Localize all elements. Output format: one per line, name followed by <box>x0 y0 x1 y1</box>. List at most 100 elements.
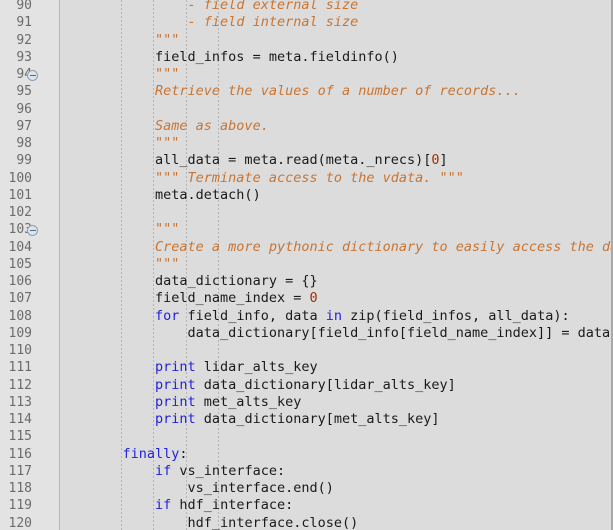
gutter-row[interactable]: 119 <box>0 497 60 514</box>
code-token-plain: field_name_index = <box>155 290 310 307</box>
gutter-row[interactable]: 100 <box>0 170 60 187</box>
code-token-cmt: - field external size <box>187 0 359 13</box>
code-token-cmt: """ Terminate access to the vdata. """ <box>155 169 464 186</box>
gutter-row[interactable]: 96 <box>0 101 60 118</box>
code-token-cmt: Retrieve the values of a number of recor… <box>155 83 521 100</box>
gutter-row[interactable]: 111 <box>0 359 60 376</box>
gutter-row[interactable]: 98 <box>0 135 60 152</box>
gutter-row[interactable]: 113 <box>0 394 60 411</box>
code-line[interactable]: hdf_interface.close() <box>188 515 359 530</box>
gutter-row[interactable]: 106 <box>0 273 60 290</box>
gutter-row[interactable]: 117 <box>0 463 60 480</box>
code-line[interactable]: """ <box>155 221 179 238</box>
code-line[interactable]: print data_dictionary[met_alts_key] <box>155 411 439 428</box>
gutter-row[interactable]: 91 <box>0 14 60 31</box>
code-token-plain: zip(field_infos, all_data): <box>342 307 570 324</box>
code-token-plain: : <box>179 445 188 462</box>
code-line[interactable]: """ <box>155 66 179 83</box>
code-token-kw: print <box>155 359 196 376</box>
code-line[interactable]: print met_alts_key <box>155 394 301 411</box>
code-token-kw: if <box>155 497 172 514</box>
line-number: 93 <box>16 49 32 65</box>
gutter-row[interactable]: 114 <box>0 411 60 428</box>
gutter-row[interactable]: 109 <box>0 325 60 342</box>
code-line[interactable]: print data_dictionary[lidar_alts_key] <box>155 377 456 394</box>
code-line[interactable]: """ <box>155 32 179 49</box>
code-token-cmt: """ <box>155 135 180 151</box>
code-token-kw: print <box>155 393 196 410</box>
code-token-plain: data_dictionary = {} <box>155 273 318 289</box>
line-number: 102 <box>8 205 32 220</box>
code-token-kw: print <box>155 411 196 427</box>
gutter-row[interactable]: 93 <box>0 49 60 66</box>
gutter-row[interactable]: 115 <box>0 428 60 445</box>
gutter-row[interactable]: 94 <box>0 66 60 83</box>
code-line[interactable]: """ <box>155 256 179 273</box>
gutter-row[interactable]: 118 <box>0 480 60 497</box>
gutter-row[interactable]: 104 <box>0 239 60 256</box>
code-line[interactable]: - field external size <box>188 0 359 14</box>
code-line[interactable]: data_dictionary[field_info[field_name_in… <box>188 325 611 342</box>
code-line[interactable]: all_data = meta.read(meta._nrecs)[0] <box>155 152 448 169</box>
line-number: 97 <box>16 118 32 134</box>
code-token-plain: hdf_interface.close() <box>187 514 359 530</box>
line-number: 98 <box>16 136 32 151</box>
code-line[interactable]: Create a more pythonic dictionary to eas… <box>155 239 611 256</box>
code-line[interactable]: for field_info, data in zip(field_infos,… <box>155 308 570 325</box>
code-line[interactable]: """ <box>155 135 179 152</box>
collapse-circle-minus-icon[interactable] <box>27 69 38 81</box>
gutter-row[interactable]: 116 <box>0 446 60 463</box>
code-line[interactable]: vs_interface.end() <box>188 480 334 497</box>
code-token-kw: if <box>155 462 172 479</box>
gutter-row[interactable]: 95 <box>0 83 60 100</box>
line-number: 95 <box>16 84 32 100</box>
code-token-kw: for <box>155 307 180 324</box>
line-number: 108 <box>8 308 32 324</box>
line-number: 112 <box>8 377 32 393</box>
code-line[interactable]: data_dictionary = {} <box>155 273 318 290</box>
code-content-area[interactable]: - field external size - field internal si… <box>61 0 611 530</box>
code-token-plain: field_infos = meta.fieldinfo() <box>155 48 399 65</box>
collapse-circle-minus-icon[interactable] <box>27 224 38 236</box>
gutter-row[interactable]: 107 <box>0 290 60 307</box>
code-token-plain: meta.detach() <box>155 186 261 203</box>
code-line[interactable]: field_infos = meta.fieldinfo() <box>155 49 399 66</box>
line-number: 115 <box>8 429 32 445</box>
code-line[interactable]: field_name_index = 0 <box>155 290 318 307</box>
line-number-gutter[interactable]: 90 91 92 93 94 95 96 97 98 99 100 101 102 103 104 105 10… <box>0 0 60 530</box>
code-line[interactable]: print lidar_alts_key <box>155 359 318 376</box>
line-number: 120 <box>8 515 32 530</box>
line-number: 111 <box>8 360 32 376</box>
code-line[interactable]: finally: <box>123 446 188 463</box>
code-token-cmt: """ <box>155 221 180 238</box>
code-line[interactable]: if hdf_interface: <box>155 497 293 514</box>
gutter-row[interactable]: 103 <box>0 221 60 238</box>
line-number: 116 <box>8 446 32 462</box>
gutter-row[interactable]: 102 <box>0 204 60 221</box>
gutter-row[interactable]: 108 <box>0 308 60 325</box>
code-line[interactable]: meta.detach() <box>155 187 261 204</box>
code-token-plain: met_alts_key <box>195 393 302 410</box>
line-number: 104 <box>8 239 32 255</box>
gutter-row[interactable]: 112 <box>0 377 60 394</box>
line-number: 119 <box>8 498 32 514</box>
code-line[interactable]: if vs_interface: <box>155 463 285 480</box>
code-token-plain: all_data = meta.read(meta._nrecs)[ <box>155 152 432 169</box>
gutter-row[interactable]: 120 <box>0 515 60 530</box>
gutter-row[interactable]: 99 <box>0 152 60 169</box>
code-token-plain: data_dictionary[met_alts_key] <box>195 411 440 427</box>
code-line[interactable]: - field internal size <box>188 14 359 31</box>
code-editor[interactable]: 90 91 92 93 94 95 96 97 98 99 100 101 102 103 104 105 10… <box>0 0 613 530</box>
code-line[interactable]: Same as above. <box>155 118 269 135</box>
code-line[interactable]: """ Terminate access to the vdata. """ <box>155 170 464 187</box>
indent-guide <box>218 0 220 530</box>
gutter-row[interactable]: 97 <box>0 118 60 135</box>
code-token-cmt: """ <box>155 31 180 48</box>
gutter-row[interactable]: 92 <box>0 32 60 49</box>
gutter-row[interactable]: 101 <box>0 187 60 204</box>
gutter-row[interactable]: 90 <box>0 0 60 14</box>
code-line[interactable]: Retrieve the values of a number of recor… <box>155 83 521 100</box>
gutter-row[interactable]: 105 <box>0 256 60 273</box>
gutter-row[interactable]: 110 <box>0 342 60 359</box>
line-number: 107 <box>8 291 32 307</box>
